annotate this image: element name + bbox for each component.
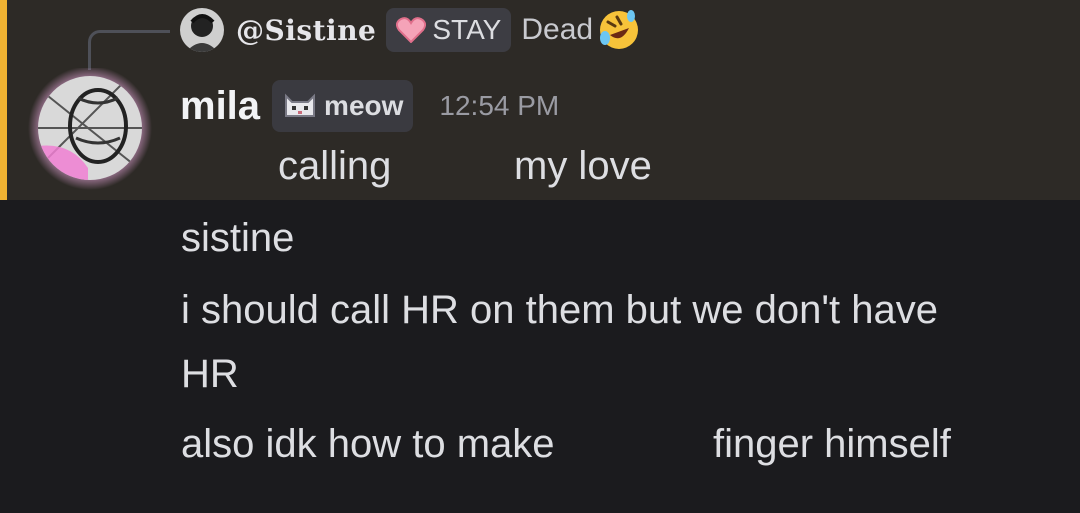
message-fragment-finger: finger himself (713, 422, 951, 466)
reply-username[interactable]: @Sistine (236, 14, 376, 47)
cat-icon (285, 93, 316, 117)
reply-preview[interactable]: @Sistine STAY Dead (180, 6, 641, 54)
message-timestamp[interactable]: 12:54 PM (439, 90, 559, 122)
author-avatar[interactable] (28, 66, 154, 192)
message-header: mila meow 12:54 PM (180, 80, 559, 132)
reply-spine (88, 30, 170, 70)
message-fragment-also: also idk how to make (181, 422, 555, 466)
message-line-hr: i should call HR on them but we don't ha… (181, 288, 938, 332)
message-word-my-love: my love (514, 144, 652, 188)
message-line-hr-cont: HR (181, 352, 239, 396)
reply-text[interactable]: Dead (521, 13, 593, 47)
reply-tag-label: STAY (432, 14, 502, 45)
author-name[interactable]: mila (180, 84, 260, 129)
mention-highlight-bar (0, 0, 7, 200)
rolling-laughing-emoji-icon (600, 10, 639, 49)
message-word-calling: calling (278, 144, 392, 188)
role-tag-badge: meow (272, 80, 414, 132)
heart-icon (396, 17, 427, 43)
role-tag-label: meow (324, 90, 404, 121)
message-line-sistine: sistine (181, 216, 295, 260)
reply-tag-badge: STAY (386, 8, 512, 52)
reply-avatar[interactable] (180, 8, 224, 52)
